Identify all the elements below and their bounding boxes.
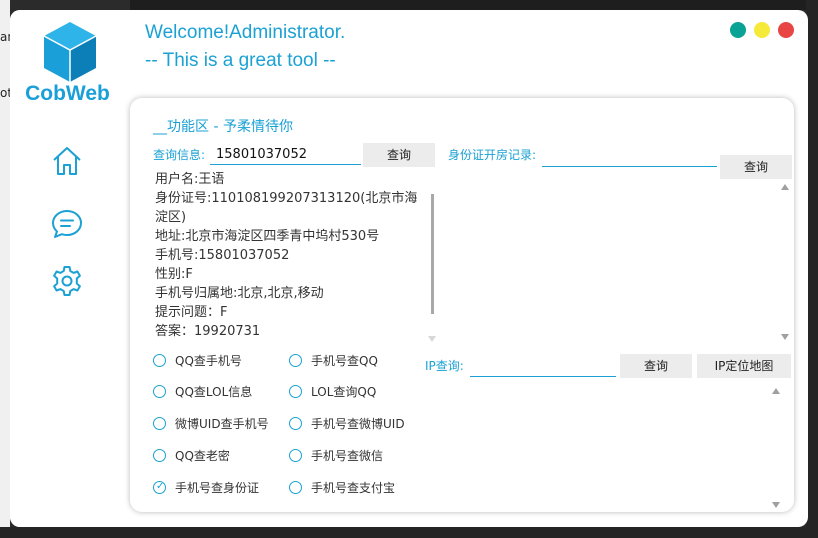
id-record-input[interactable] <box>542 146 717 167</box>
option-label: 手机号查微博UID <box>311 417 405 431</box>
background-app-left: an ot <box>0 0 15 538</box>
radio-button[interactable] <box>153 385 166 398</box>
ip-map-button[interactable]: IP定位地图 <box>697 354 791 378</box>
ip-query-button[interactable]: 查询 <box>620 354 692 378</box>
maximize-dot-button[interactable] <box>754 22 770 38</box>
scroll-down-arrow-icon[interactable] <box>428 336 436 342</box>
scroll-down-arrow-icon[interactable] <box>772 502 780 508</box>
ip-result-scrollbar[interactable] <box>770 386 782 512</box>
panel-title: __功能区 - 予柔情待你 <box>153 119 293 135</box>
radio-button[interactable] <box>153 417 166 430</box>
radio-button[interactable] <box>289 449 302 462</box>
option-phone-weibo-uid[interactable]: 手机号查微博UID <box>289 415 405 432</box>
scrollbar-thumb[interactable] <box>431 194 434 314</box>
result-line: 手机号归属地:北京,北京,移动 <box>155 286 324 301</box>
query-info-input[interactable] <box>210 144 361 165</box>
background-app-bottom <box>0 527 818 538</box>
id-record-label: 身份证开房记录: <box>448 148 537 162</box>
result-line: 答案：19920731 <box>155 324 261 339</box>
option-label: LOL查询QQ <box>311 385 377 399</box>
radio-button[interactable] <box>153 354 166 367</box>
option-weibo-uid-phone[interactable]: 微博UID查手机号 <box>153 415 269 432</box>
sidebar: CobWeb <box>10 10 120 527</box>
option-qq-lol[interactable]: QQ查LOL信息 <box>153 383 252 400</box>
query-info-button[interactable]: 查询 <box>363 143 435 167</box>
radio-button[interactable] <box>289 385 302 398</box>
radio-button[interactable] <box>153 449 166 462</box>
option-label: 手机号查支付宝 <box>311 481 396 495</box>
option-label: QQ查老密 <box>175 449 230 463</box>
result-line: 用户名:王语 <box>155 172 225 187</box>
tagline-text: -- This is a great tool -- <box>145 50 336 71</box>
close-dot-button[interactable] <box>778 22 794 38</box>
result-line: 地址:北京市海淀区四季青中坞村530号 <box>155 229 380 244</box>
query-result-text: 用户名:王语 身份证号:110108199207313120(北京市海淀区) 地… <box>155 170 425 341</box>
option-label: 微博UID查手机号 <box>175 417 269 431</box>
result-line: 性别:F <box>155 267 193 282</box>
minimize-dot-button[interactable] <box>730 22 746 38</box>
option-label: QQ查手机号 <box>175 354 242 368</box>
scroll-down-arrow-icon[interactable] <box>781 334 789 340</box>
option-phone-id-card[interactable]: ✓ 手机号查身份证 <box>153 479 259 496</box>
home-icon[interactable] <box>50 144 84 178</box>
result-line: 提示问题：F <box>155 305 228 320</box>
radio-button-checked[interactable]: ✓ <box>153 481 166 494</box>
option-phone-alipay[interactable]: 手机号查支付宝 <box>289 479 395 496</box>
option-label: QQ查LOL信息 <box>175 385 253 399</box>
scroll-up-arrow-icon[interactable] <box>781 184 789 190</box>
result-line: 手机号:15801037052 <box>155 248 290 263</box>
option-lol-qq[interactable]: LOL查询QQ <box>289 383 376 400</box>
id-record-query-button[interactable]: 查询 <box>720 155 792 179</box>
check-icon: ✓ <box>156 481 165 492</box>
scroll-up-arrow-icon[interactable] <box>772 388 780 394</box>
welcome-text: Welcome!Administrator. <box>145 22 346 43</box>
id-record-scrollbar[interactable] <box>779 182 791 342</box>
option-phone-qq[interactable]: 手机号查QQ <box>289 352 378 369</box>
result-line: 身份证号:110108199207313120(北京市海淀区) <box>155 191 418 225</box>
option-label: 手机号查身份证 <box>175 481 260 495</box>
gear-icon[interactable] <box>50 264 84 298</box>
option-label: 手机号查QQ <box>311 354 378 368</box>
option-qq-old-password[interactable]: QQ查老密 <box>153 447 230 464</box>
option-phone-wechat[interactable]: 手机号查微信 <box>289 447 383 464</box>
option-label: 手机号查微信 <box>311 449 384 463</box>
radio-button[interactable] <box>289 354 302 367</box>
radio-button[interactable] <box>289 481 302 494</box>
result-scrollbar[interactable] <box>426 180 438 346</box>
function-panel: __功能区 - 予柔情待你 查询信息: 查询 用户名:王语 身份证号:11010… <box>130 98 794 512</box>
brand-name: CobWeb <box>25 82 110 105</box>
radio-button[interactable] <box>289 417 302 430</box>
chat-icon[interactable] <box>50 207 84 241</box>
query-info-label: 查询信息: <box>153 148 206 162</box>
background-app-top <box>130 0 818 10</box>
option-qq-phone[interactable]: QQ查手机号 <box>153 352 242 369</box>
main-window: CobWeb Welcome!Administrator. -- This is… <box>10 10 808 527</box>
cube-logo-icon <box>43 22 97 82</box>
ip-query-input[interactable] <box>470 356 616 377</box>
ip-query-label: IP查询: <box>425 359 464 373</box>
